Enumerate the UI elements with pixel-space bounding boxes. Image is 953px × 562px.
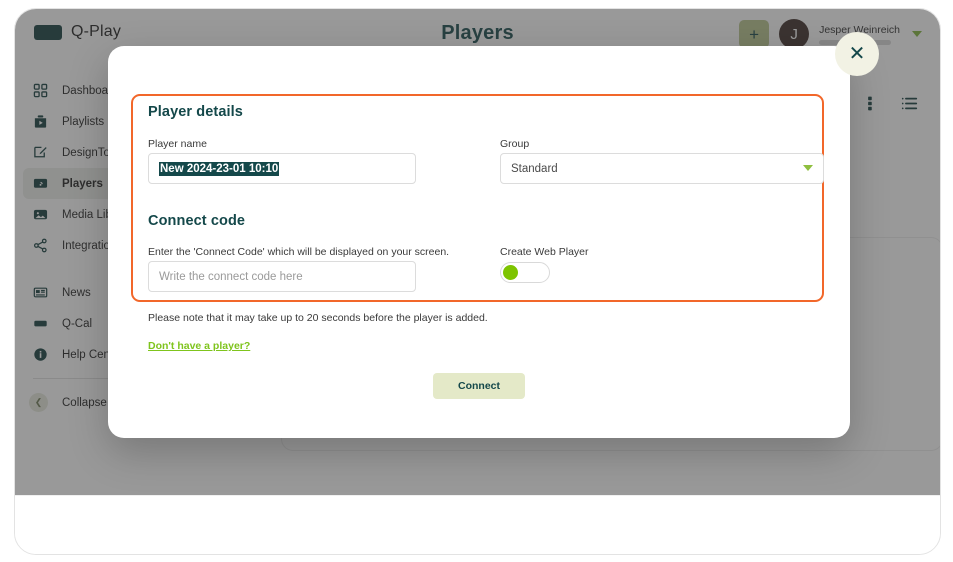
dont-have-a-player-link[interactable]: Don't have a player? xyxy=(148,340,250,352)
close-modal-button[interactable]: ✕ xyxy=(835,32,879,76)
connect-code-label: Enter the 'Connect Code' which will be d… xyxy=(148,246,450,258)
add-player-modal: Player details Player name New 2024-23-0… xyxy=(108,46,850,438)
connect-code-placeholder: Write the connect code here xyxy=(159,270,303,283)
player-details-heading: Player details xyxy=(148,104,243,120)
group-label: Group xyxy=(500,138,530,150)
group-value: Standard xyxy=(511,162,558,175)
footer-strip xyxy=(15,495,940,554)
group-select[interactable]: Standard xyxy=(500,153,824,184)
chevron-down-icon xyxy=(803,165,813,171)
toggle-knob xyxy=(503,265,518,280)
player-name-value: New 2024-23-01 10:10 xyxy=(159,161,280,176)
create-web-player-label: Create Web Player xyxy=(500,246,589,258)
connect-button[interactable]: Connect xyxy=(433,373,525,399)
modal-body: Player details Player name New 2024-23-0… xyxy=(108,46,850,438)
create-web-player-toggle[interactable] xyxy=(500,262,550,283)
player-name-input[interactable]: New 2024-23-01 10:10 xyxy=(148,153,416,184)
modal-note: Please note that it may take up to 20 se… xyxy=(148,312,488,324)
connect-code-input[interactable]: Write the connect code here xyxy=(148,261,416,292)
app-window: Q-Play Players + J Jesper Weinreich xyxy=(14,8,941,555)
player-name-label: Player name xyxy=(148,138,207,150)
connect-code-heading: Connect code xyxy=(148,213,246,229)
close-icon: ✕ xyxy=(848,43,866,65)
